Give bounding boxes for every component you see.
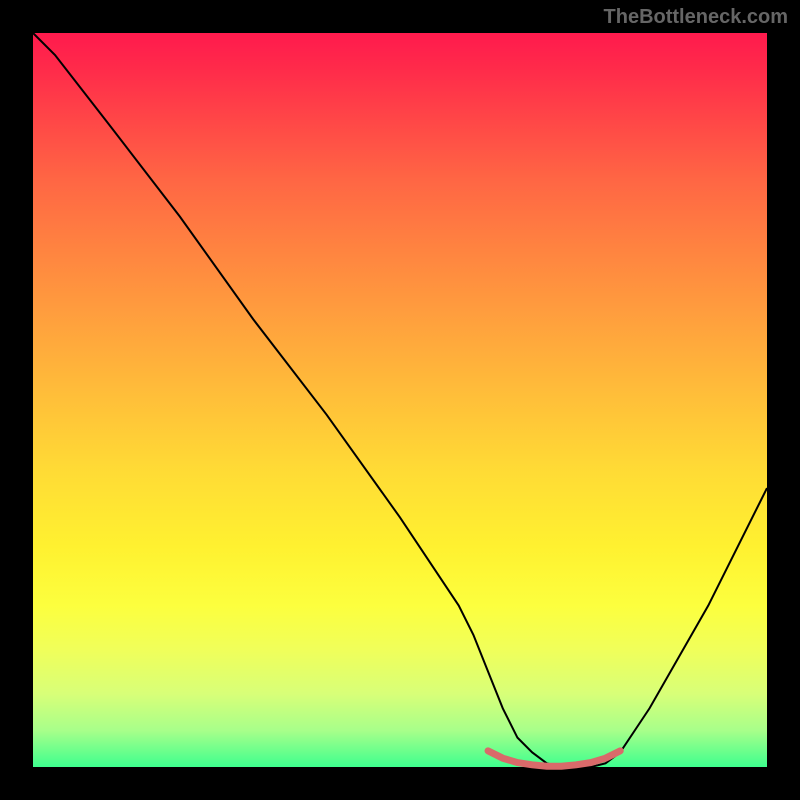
bottleneck-curve xyxy=(33,33,767,767)
chart-svg xyxy=(33,33,767,767)
watermark-text: TheBottleneck.com xyxy=(604,6,788,29)
